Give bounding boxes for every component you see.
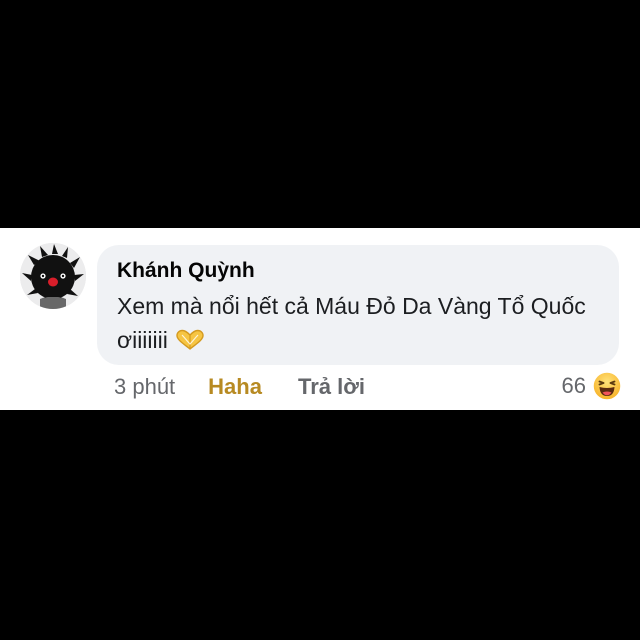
- comment-actions: 3 phút Haha Trả lời: [114, 372, 365, 402]
- reaction-summary[interactable]: 66: [562, 370, 622, 402]
- comment-panel: Khánh Quỳnh Xem mà nổi hết cả Máu Đỏ Da …: [0, 228, 640, 410]
- comment-author-name[interactable]: Khánh Quỳnh: [117, 259, 255, 283]
- haha-reaction-button[interactable]: Haha: [208, 374, 262, 400]
- comment-bubble: Khánh Quỳnh Xem mà nổi hết cả Máu Đỏ Da …: [97, 245, 619, 365]
- fluffy-creature-avatar-icon: [20, 243, 86, 309]
- avatar[interactable]: [20, 243, 86, 309]
- bottom-black-band: [0, 410, 640, 640]
- reply-button[interactable]: Trả lời: [298, 374, 365, 400]
- comment-body: Xem mà nổi hết cả Máu Đỏ Da Vàng Tổ Quốc…: [117, 289, 597, 360]
- heart-hands-icon: [174, 326, 206, 360]
- top-black-band: [0, 0, 640, 228]
- haha-emoji-icon: [592, 371, 622, 401]
- reaction-count: 66: [561, 373, 586, 398]
- comment-timestamp[interactable]: 3 phút: [114, 374, 175, 400]
